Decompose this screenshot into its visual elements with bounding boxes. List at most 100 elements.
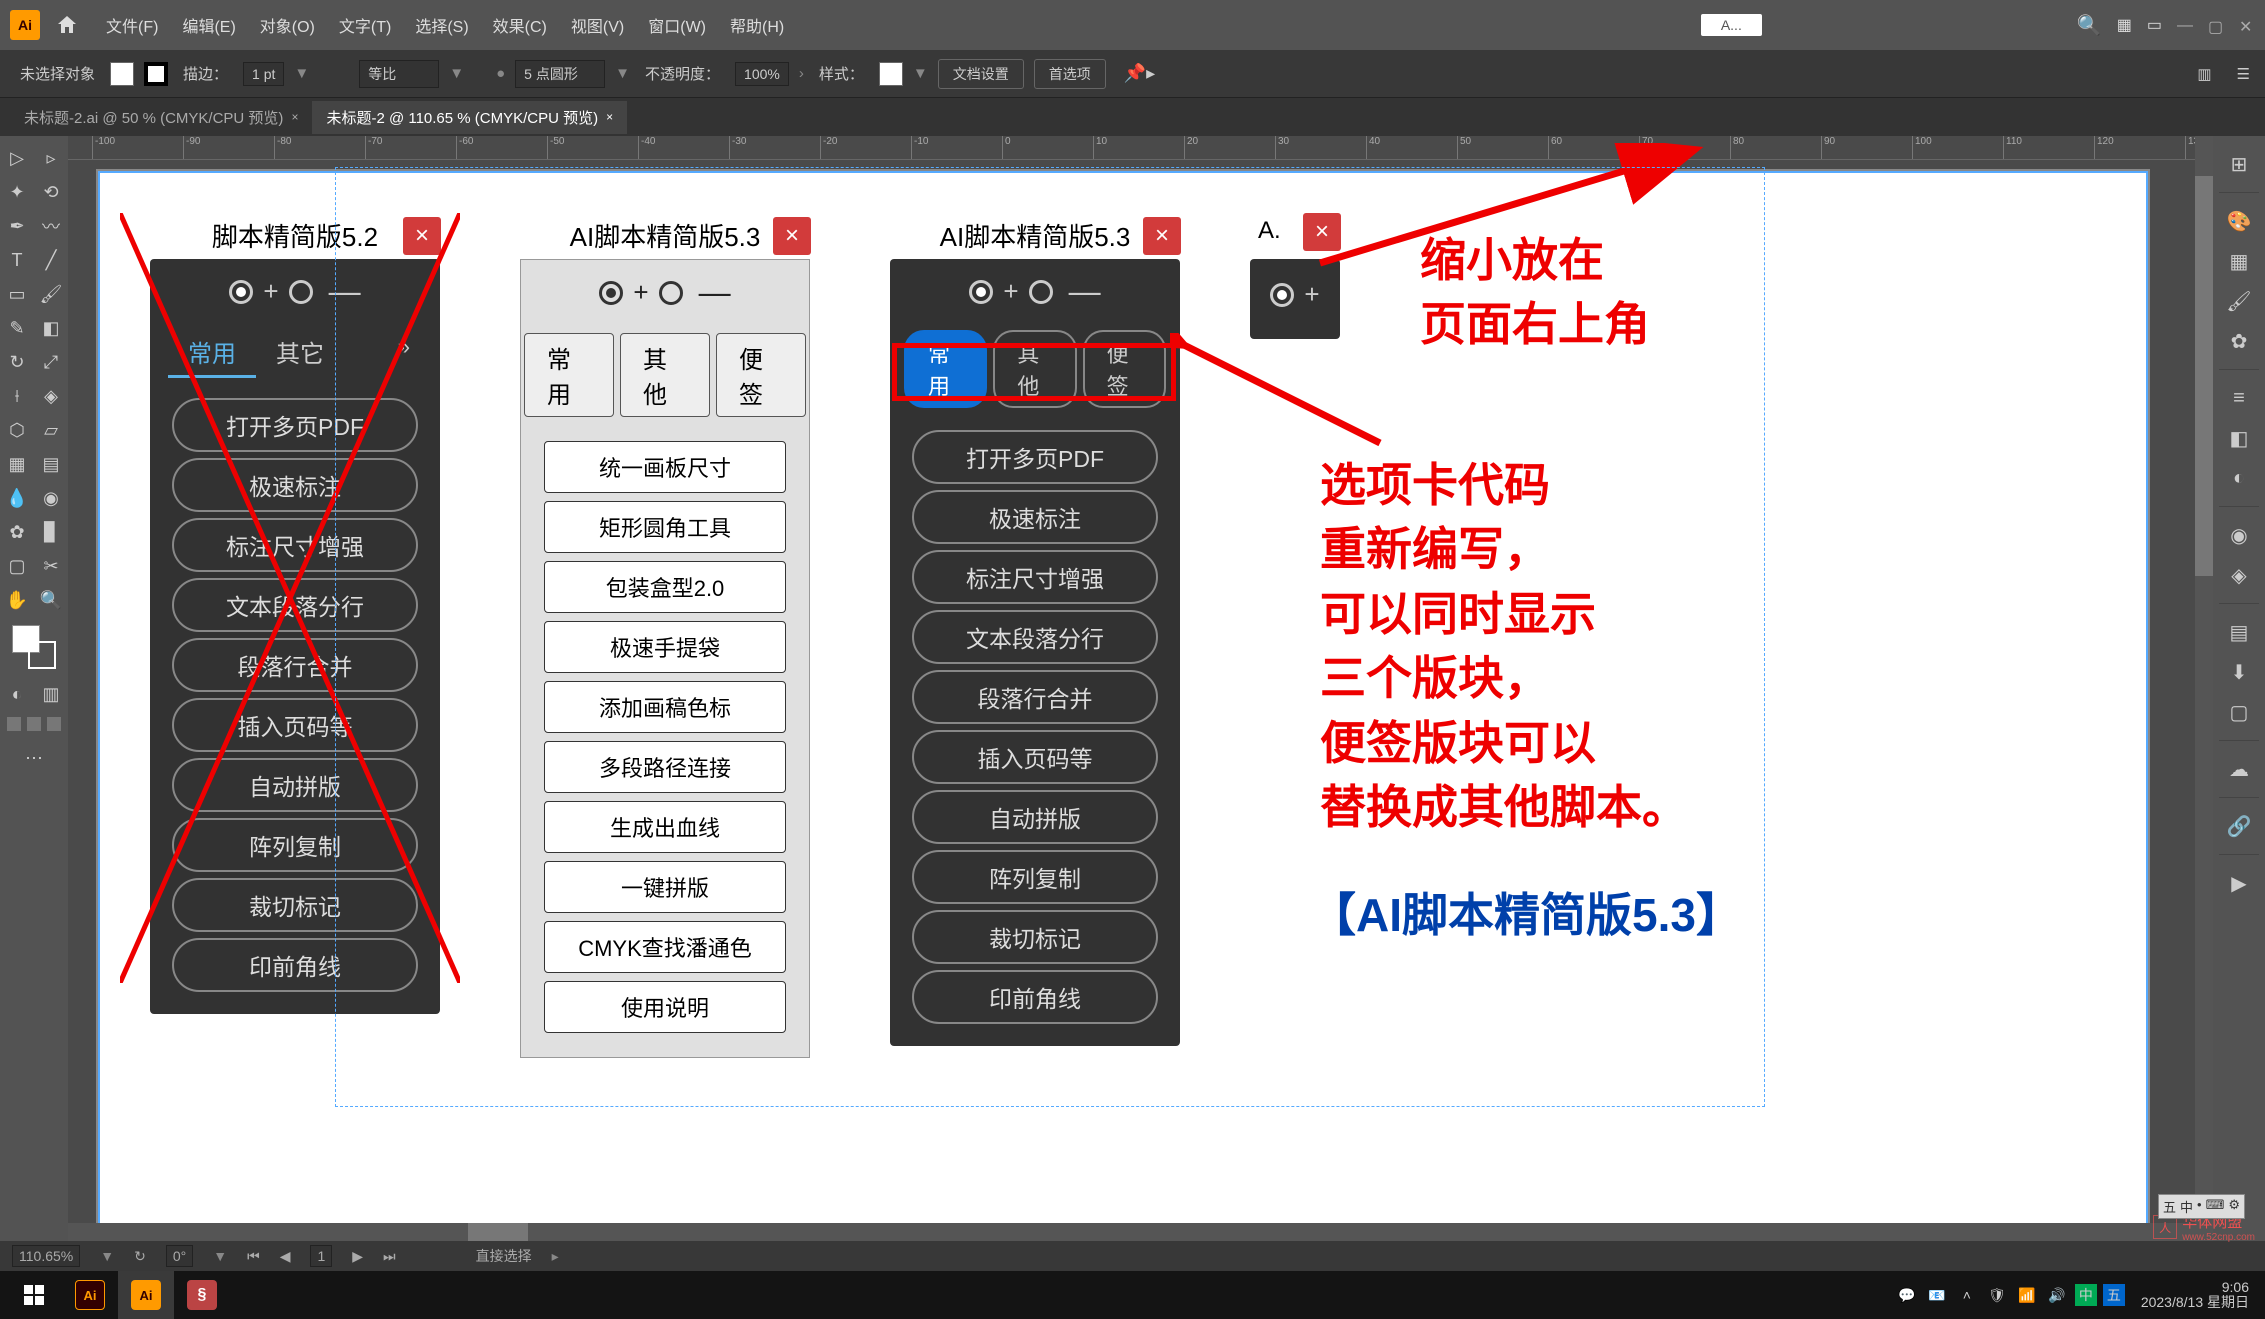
ime-settings-icon[interactable]: ⚙ [2228, 1197, 2240, 1216]
rotate-icon[interactable]: ↻ [134, 1248, 146, 1265]
artboard-nav-first[interactable]: ⏮ [247, 1248, 260, 1265]
symbols-panel-icon[interactable]: ✿ [2221, 323, 2257, 359]
fill-stroke-colors[interactable] [12, 625, 56, 669]
doc-tab-2[interactable]: 未标题-2 @ 110.65 % (CMYK/CPU 预览) × [312, 101, 627, 134]
layers-panel-icon[interactable]: ▤ [2221, 614, 2257, 650]
width-tool[interactable]: ⟊ [0, 379, 34, 413]
ime-icon[interactable]: 五 [2163, 1197, 2176, 1216]
fill-swatch[interactable] [110, 62, 134, 86]
artboard-nav-last[interactable]: ⏭ [383, 1248, 396, 1265]
artboard-nav-next[interactable]: ▶ [352, 1248, 363, 1265]
artboards-panel-icon[interactable]: ▢ [2221, 694, 2257, 730]
scale-tool[interactable]: ⤢ [34, 345, 68, 379]
ime-indicator-2[interactable]: 五 [2103, 1284, 2125, 1306]
stroke-weight-field[interactable]: 1 pt [243, 62, 284, 86]
gradient-mode-icon[interactable]: ▥ [34, 677, 68, 711]
gradient-tool[interactable]: ▤ [34, 447, 68, 481]
properties-panel-icon[interactable]: ⊞ [2221, 146, 2257, 182]
asset-export-panel-icon[interactable]: ⬇ [2221, 654, 2257, 690]
libraries-panel-icon[interactable]: ☁ [2221, 751, 2257, 787]
artboard-index[interactable]: 1 [310, 1245, 332, 1267]
swatches-panel-icon[interactable]: ▦ [2221, 243, 2257, 279]
lasso-tool[interactable]: ⟲ [34, 175, 68, 209]
menu-file[interactable]: 文件(F) [106, 13, 158, 37]
artboard-tool[interactable]: ▢ [0, 549, 34, 583]
taskbar-clock[interactable]: 9:06 2023/8/13 星期日 [2131, 1280, 2259, 1311]
task-app-3[interactable]: § [174, 1271, 230, 1319]
ime-indicator-1[interactable]: 中 [2075, 1284, 2097, 1306]
topright-mini-tab[interactable]: A... [1701, 14, 1762, 36]
rotation-field[interactable]: 0° [166, 1245, 193, 1267]
tray-volume-icon[interactable]: 🔊 [2045, 1283, 2069, 1307]
pen-tool[interactable]: ✒ [0, 209, 34, 243]
arrange-docs-icon[interactable]: ▭ [2147, 15, 2162, 35]
menu-effect[interactable]: 效果(C) [493, 13, 547, 37]
hand-tool[interactable]: ✋ [0, 583, 34, 617]
workspace-switcher-icon[interactable]: ▦ [2117, 15, 2132, 35]
mesh-tool[interactable]: ▦ [0, 447, 34, 481]
scrollbar-vertical[interactable] [2195, 136, 2213, 1241]
zoom-tool[interactable]: 🔍 [34, 583, 68, 617]
brush-select[interactable]: 5 点圆形 [515, 60, 605, 88]
screen-mode-2[interactable] [27, 717, 41, 731]
blend-tool[interactable]: ◉ [34, 481, 68, 515]
tray-chevron-up-icon[interactable]: ˄ [1955, 1283, 1979, 1307]
search-icon[interactable]: 🔍 [2077, 13, 2102, 38]
panel-menu-icon[interactable]: ☰ [2237, 65, 2250, 83]
tray-security-icon[interactable]: 🛡 [1985, 1283, 2009, 1307]
doc-tab-1[interactable]: 未标题-2.ai @ 50 % (CMYK/CPU 预览) × [10, 101, 312, 134]
graph-tool[interactable]: ▊ [34, 515, 68, 549]
stroke-panel-icon[interactable]: ≡ [2221, 380, 2257, 416]
menu-window[interactable]: 窗口(W) [648, 13, 706, 37]
zoom-field[interactable]: 110.65% [12, 1245, 80, 1267]
opacity-field[interactable]: 100% [735, 62, 789, 86]
transparency-panel-icon[interactable]: ◐ [2221, 460, 2257, 496]
doc-tab-1-close[interactable]: × [291, 110, 298, 124]
style-swatch[interactable] [879, 62, 903, 86]
slice-tool[interactable]: ✂ [34, 549, 68, 583]
doc-tab-2-close[interactable]: × [606, 110, 613, 124]
doc-setup-button[interactable]: 文档设置 [938, 59, 1024, 89]
magic-wand-tool[interactable]: ✦ [0, 175, 34, 209]
curvature-tool[interactable]: 〰 [34, 209, 68, 243]
edit-toolbar-icon[interactable]: ⋯ [17, 741, 51, 775]
tray-network-icon[interactable]: 📶 [2015, 1283, 2039, 1307]
color-mode-icon[interactable]: ◐ [0, 677, 34, 711]
radio-off-icon[interactable] [289, 280, 313, 304]
menu-type[interactable]: 文字(T) [339, 13, 391, 37]
screen-mode-1[interactable] [7, 717, 21, 731]
menu-object[interactable]: 对象(O) [260, 13, 315, 37]
ime-width-icon[interactable]: ⌨ [2206, 1197, 2225, 1216]
selection-tool[interactable]: ▷ [0, 141, 34, 175]
perspective-tool[interactable]: ▱ [34, 413, 68, 447]
radio-on-icon[interactable] [229, 280, 253, 304]
eraser-tool[interactable]: ◧ [34, 311, 68, 345]
brush-tool[interactable]: 🖌 [34, 277, 68, 311]
start-button[interactable] [6, 1271, 62, 1319]
brushes-panel-icon[interactable]: 🖌 [2221, 283, 2257, 319]
task-illustrator-2[interactable]: Ai [118, 1271, 174, 1319]
symbol-sprayer-tool[interactable]: ✿ [0, 515, 34, 549]
uniform-select[interactable]: 等比 [359, 60, 439, 88]
ime-lang-icon[interactable]: 中 [2180, 1197, 2193, 1216]
home-icon[interactable] [55, 13, 79, 37]
task-illustrator-1[interactable]: Ai [62, 1271, 118, 1319]
rectangle-tool[interactable]: ▭ [0, 277, 34, 311]
maximize-icon[interactable]: ▢ [2208, 17, 2224, 33]
menu-edit[interactable]: 编辑(E) [182, 13, 235, 37]
menu-help[interactable]: 帮助(H) [730, 13, 784, 37]
close-icon[interactable]: ✕ [2239, 17, 2255, 33]
shaper-tool[interactable]: ✎ [0, 311, 34, 345]
eyedropper-tool[interactable]: 💧 [0, 481, 34, 515]
line-tool[interactable]: ╱ [34, 243, 68, 277]
graphic-styles-panel-icon[interactable]: ◈ [2221, 557, 2257, 593]
ime-bar[interactable]: 五 中 • ⌨ ⚙ [2158, 1194, 2245, 1219]
gradient-panel-icon[interactable]: ◧ [2221, 420, 2257, 456]
links-panel-icon[interactable]: 🔗 [2221, 808, 2257, 844]
direct-selection-tool[interactable]: ▹ [34, 141, 68, 175]
artboard-nav-prev[interactable]: ◀ [280, 1248, 291, 1265]
free-transform-tool[interactable]: ◈ [34, 379, 68, 413]
tray-icon-2[interactable]: 📧 [1925, 1283, 1949, 1307]
rotate-tool[interactable]: ↻ [0, 345, 34, 379]
ime-punct-icon[interactable]: • [2197, 1197, 2202, 1216]
